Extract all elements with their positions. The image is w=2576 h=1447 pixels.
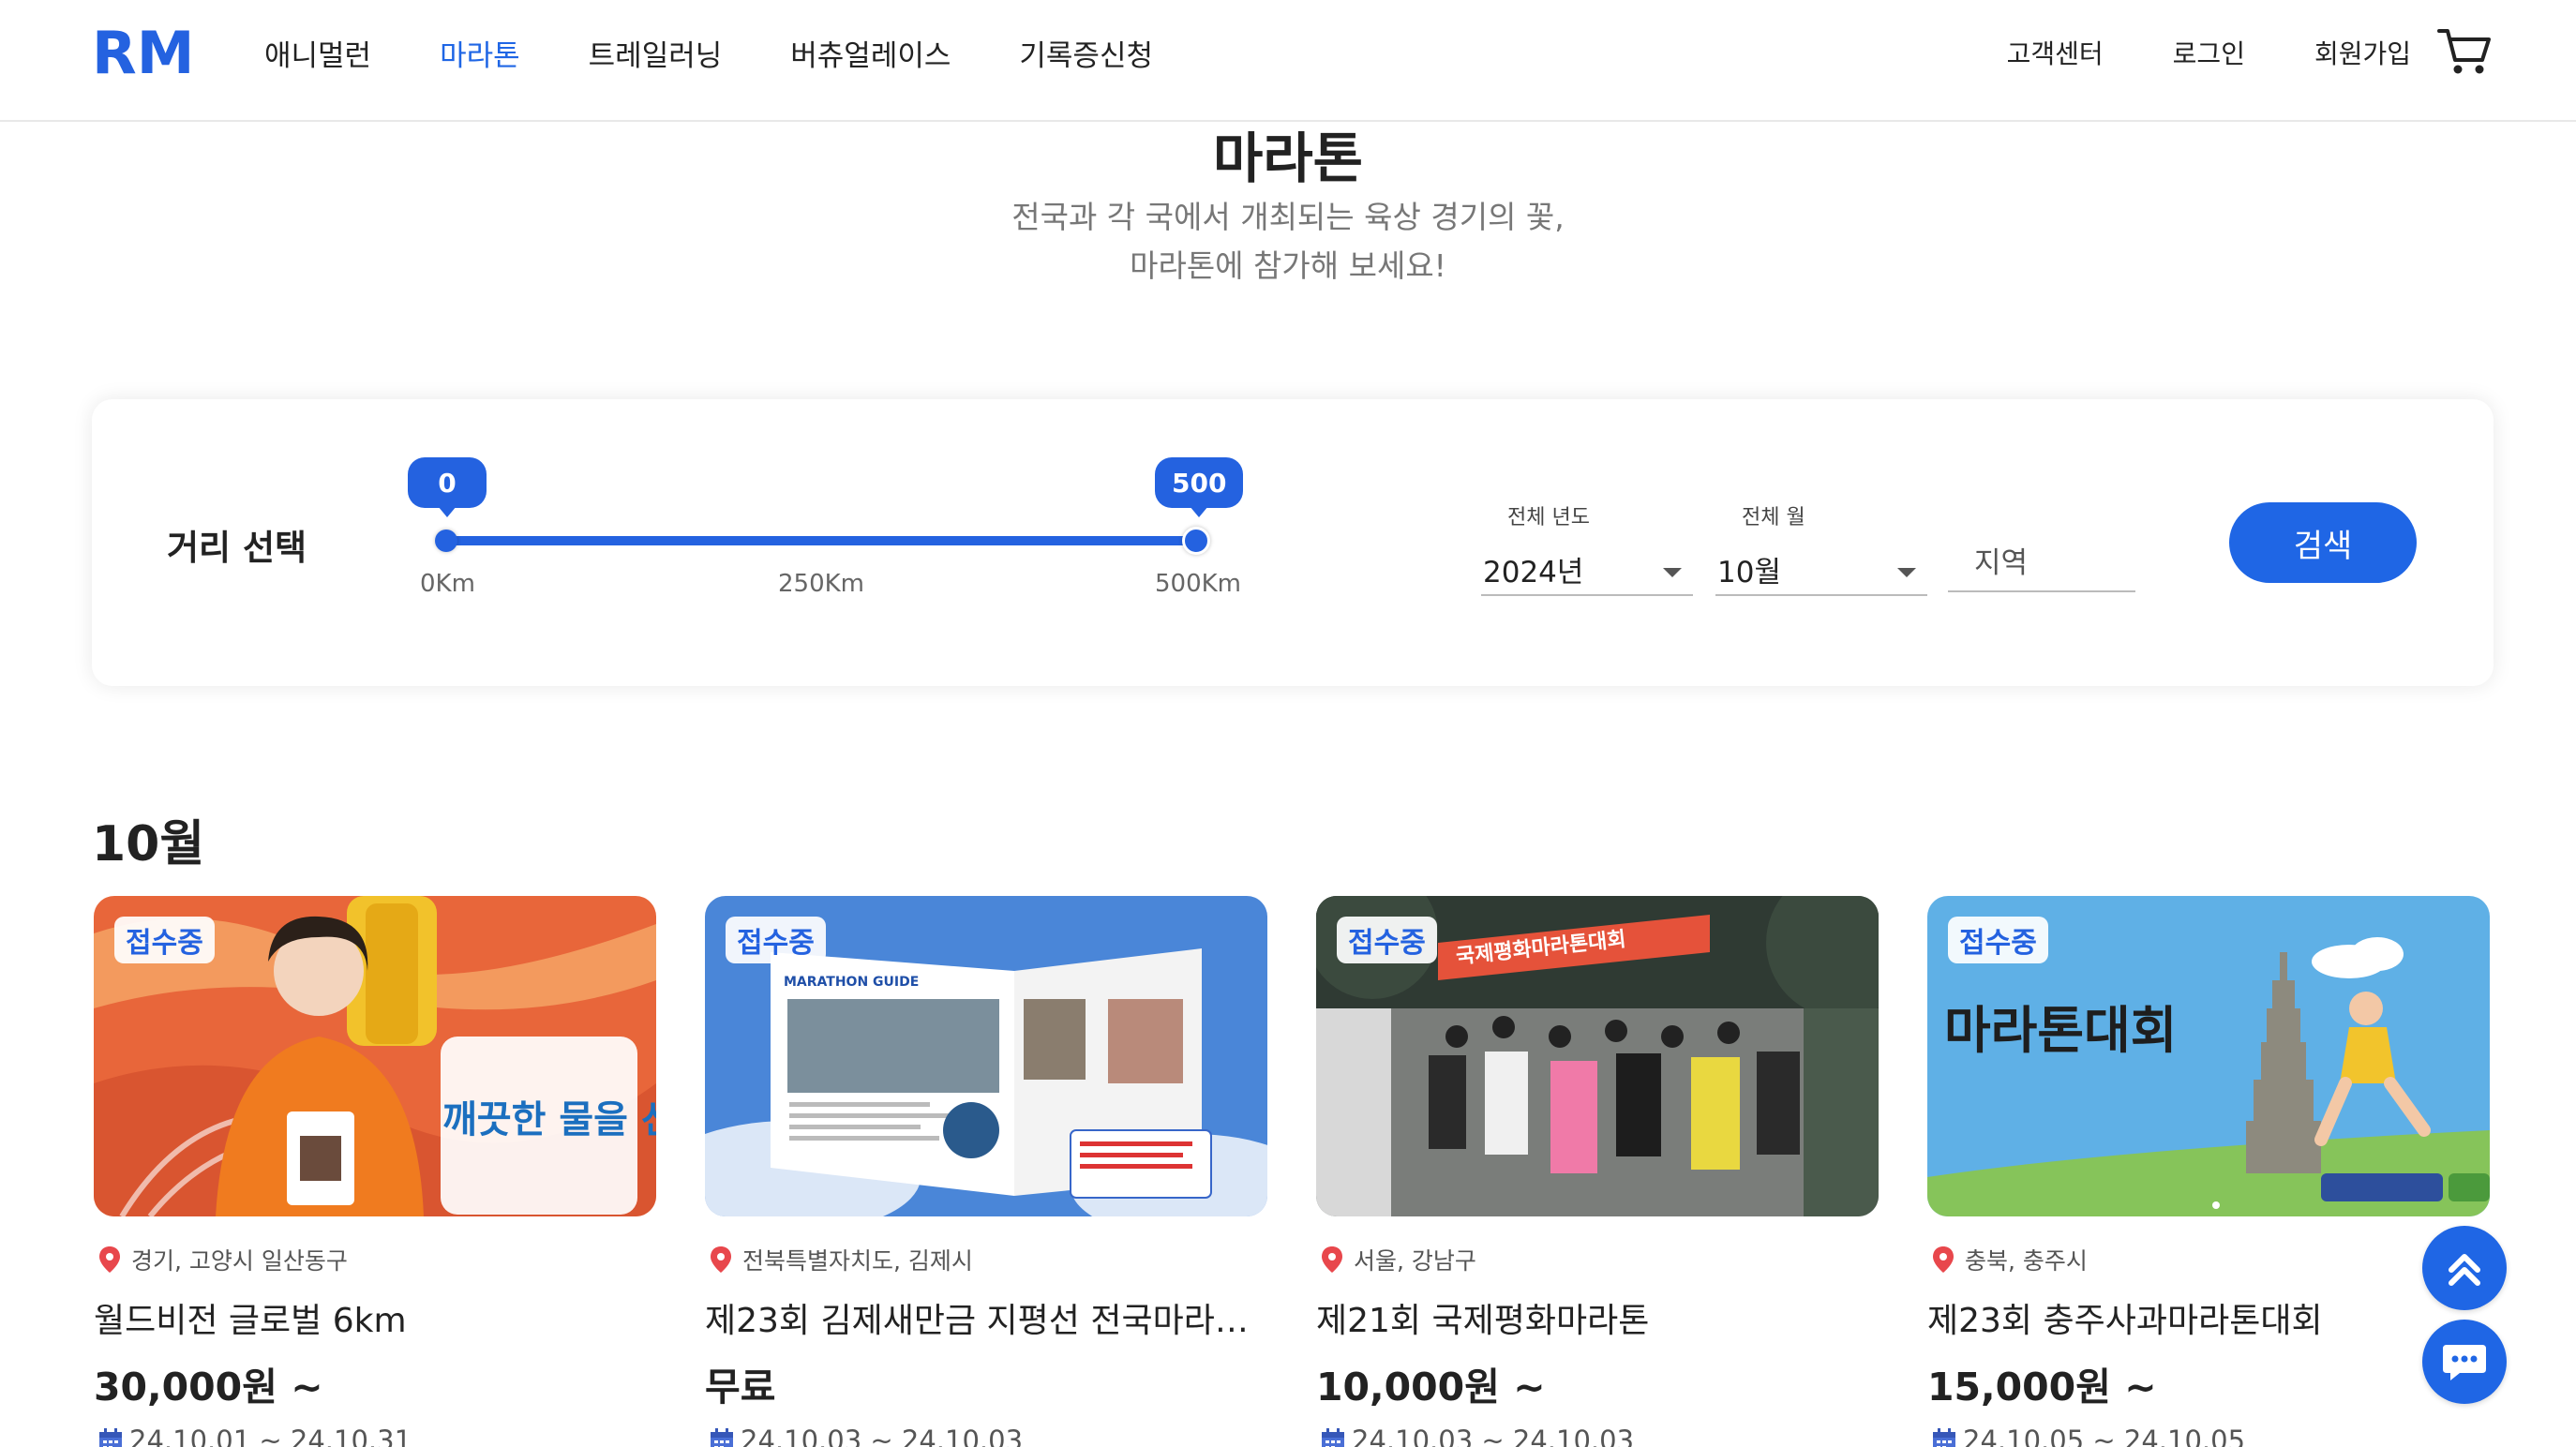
event-image-text: 깨끗한 물을 선물하는 — [442, 1098, 656, 1141]
location-pin-icon — [1933, 1246, 1954, 1273]
event-location-text: 전북특별자치도, 김제시 — [742, 1247, 973, 1275]
chat-bubble-icon — [2443, 1345, 2486, 1380]
chat-button[interactable] — [2422, 1320, 2507, 1404]
distance-slider-max-handle[interactable] — [1182, 527, 1210, 555]
calendar-icon — [1322, 1428, 1344, 1447]
year-select[interactable]: 전체 년도 2024년 — [1481, 500, 1693, 596]
nav-item-record-certificate[interactable]: 기록증신청 — [1019, 32, 1153, 74]
event-dates: 24.10.03 ~ 24.10.03 — [1316, 1425, 1879, 1447]
year-select-box[interactable]: 2024년 — [1481, 544, 1693, 596]
status-badge: 접수중 — [1337, 917, 1437, 963]
distance-slider-min-handle[interactable] — [435, 530, 457, 552]
distance-min-bubble: 0 — [408, 457, 487, 517]
event-card-1[interactable]: 깨끗한 물을 선물하는 접수중 경기, 고양시 일산동구 월드비전 글로벌 6k… — [94, 896, 656, 1447]
event-thumbnail[interactable]: 국제평화마라톤대회 접수중 — [1316, 896, 1879, 1216]
event-title[interactable]: 월드비전 글로벌 6km — [94, 1293, 656, 1342]
year-select-value: 2024년 — [1483, 555, 1584, 589]
event-location: 충북, 충주시 — [1927, 1243, 2490, 1276]
event-dates-text: 24.10.05 ~ 24.10.05 — [1963, 1425, 2246, 1447]
caret-down-icon — [1897, 568, 1916, 577]
event-price: 30,000원 ~ — [94, 1365, 323, 1410]
event-location-text: 경기, 고양시 일산동구 — [131, 1247, 348, 1275]
main-nav: 애니멀런 마라톤 트레일러닝 버츄얼레이스 기록증신청 — [264, 0, 1221, 105]
rm-logo[interactable]: RM — [92, 22, 201, 79]
event-price: 10,000원 ~ — [1316, 1365, 1546, 1410]
customer-center-link[interactable]: 고객센터 — [2007, 34, 2104, 71]
event-dates: 24.10.05 ~ 24.10.05 — [1927, 1425, 2490, 1447]
nav-item-animal-run[interactable]: 애니멀런 — [264, 32, 371, 74]
event-card-4[interactable]: 마라톤대회 접수중 충북, 충주시 제23회 충주사과마라톤대회 15,000원… — [1927, 896, 2490, 1447]
event-thumbnail[interactable]: MARATHON GUIDE 접수중 — [705, 896, 1267, 1216]
caret-down-icon — [1663, 568, 1682, 577]
event-price: 무료 — [705, 1365, 776, 1410]
calendar-icon — [711, 1428, 733, 1447]
event-card-2[interactable]: MARATHON GUIDE 접수중 전북특별자치도, 김제시 제23회 김제새… — [705, 896, 1267, 1447]
event-title[interactable]: 제21회 국제평화마라톤 — [1316, 1293, 1879, 1342]
location-pin-icon — [1322, 1246, 1342, 1273]
distance-label: 거리 선택 — [167, 528, 307, 568]
page-subtitle-line-1: 전국과 각 국에서 개최되는 육상 경기의 꽃, — [1011, 199, 1565, 235]
region-input[interactable] — [1948, 536, 2135, 592]
event-dates: 24.10.01 ~ 24.10.31 — [94, 1425, 656, 1447]
status-badge: 접수중 — [726, 917, 826, 963]
svg-text:RM: RM — [92, 22, 194, 79]
cart-icon[interactable] — [2437, 26, 2492, 77]
status-badge: 접수중 — [1948, 917, 2048, 963]
event-title[interactable]: 제23회 김제새만금 지평선 전국마라톤대회 — [705, 1293, 1267, 1342]
search-button[interactable]: 검색 — [2229, 502, 2417, 583]
event-location: 서울, 강남구 — [1316, 1243, 1879, 1276]
month-heading: 10월 — [92, 816, 205, 873]
event-dates-text: 24.10.03 ~ 24.10.03 — [1352, 1425, 1635, 1447]
login-link[interactable]: 로그인 — [2173, 34, 2245, 71]
event-image-text: MARATHON GUIDE — [784, 975, 919, 990]
event-price: 15,000원 ~ — [1927, 1365, 2157, 1410]
event-location-text: 서울, 강남구 — [1354, 1247, 1476, 1275]
calendar-icon — [1933, 1428, 1955, 1447]
location-pin-icon — [711, 1246, 731, 1273]
event-thumbnail[interactable]: 마라톤대회 접수중 — [1927, 896, 2490, 1216]
status-badge: 접수중 — [114, 917, 215, 963]
month-select-label: 전체 월 — [1742, 506, 1805, 530]
page-title: 마라톤 — [1212, 127, 1364, 190]
event-location-text: 충북, 충주시 — [1965, 1247, 2088, 1275]
distance-tick-max: 500Km — [1155, 570, 1242, 598]
month-select[interactable]: 전체 월 10월 — [1715, 500, 1927, 596]
nav-item-trail-running[interactable]: 트레일러닝 — [589, 32, 723, 74]
distance-tick-mid: 250Km — [778, 570, 865, 598]
double-chevron-up-icon — [2449, 1254, 2480, 1286]
nav-item-virtual-race[interactable]: 버츄얼레이스 — [790, 32, 951, 74]
signup-link[interactable]: 회원가입 — [2314, 34, 2411, 71]
distance-slider-track[interactable] — [446, 536, 1198, 545]
site-header: RM 애니멀런 마라톤 트레일러닝 버츄얼레이스 기록증신청 고객센터 로그인 … — [0, 0, 2576, 122]
event-card-3[interactable]: 국제평화마라톤대회 접수중 서울, 강남구 제21회 국제평화마라톤 10,00… — [1316, 896, 1879, 1447]
event-thumbnail[interactable]: 깨끗한 물을 선물하는 접수중 — [94, 896, 656, 1216]
month-select-value: 10월 — [1717, 555, 1781, 589]
page-subtitle: 전국과 각 국에서 개최되는 육상 경기의 꽃, 마라톤에 참가해 보세요! — [0, 193, 2576, 291]
event-title[interactable]: 제23회 충주사과마라톤대회 — [1927, 1293, 2490, 1342]
location-pin-icon — [99, 1246, 120, 1273]
event-dates-text: 24.10.01 ~ 24.10.31 — [129, 1425, 412, 1447]
event-location: 전북특별자치도, 김제시 — [705, 1243, 1267, 1276]
year-select-label: 전체 년도 — [1507, 506, 1590, 530]
distance-max-bubble: 500 — [1155, 457, 1244, 517]
util-nav: 고객센터 로그인 회원가입 — [2007, 0, 2411, 105]
event-dates: 24.10.03 ~ 24.10.03 — [705, 1425, 1267, 1447]
filter-card: 거리 선택 0 500 0Km 250Km 500Km 전체 년도 2024년 … — [92, 399, 2494, 686]
nav-item-marathon[interactable]: 마라톤 — [440, 32, 520, 74]
distance-tick-min: 0Km — [420, 570, 475, 598]
month-select-box[interactable]: 10월 — [1715, 544, 1927, 596]
scroll-top-button[interactable] — [2422, 1226, 2507, 1310]
page-subtitle-line-2: 마라톤에 참가해 보세요! — [1130, 247, 1446, 284]
event-image-text: 마라톤대회 — [1944, 1001, 2177, 1060]
calendar-icon — [99, 1428, 122, 1447]
event-location: 경기, 고양시 일산동구 — [94, 1243, 656, 1276]
event-dates-text: 24.10.03 ~ 24.10.03 — [741, 1425, 1024, 1447]
